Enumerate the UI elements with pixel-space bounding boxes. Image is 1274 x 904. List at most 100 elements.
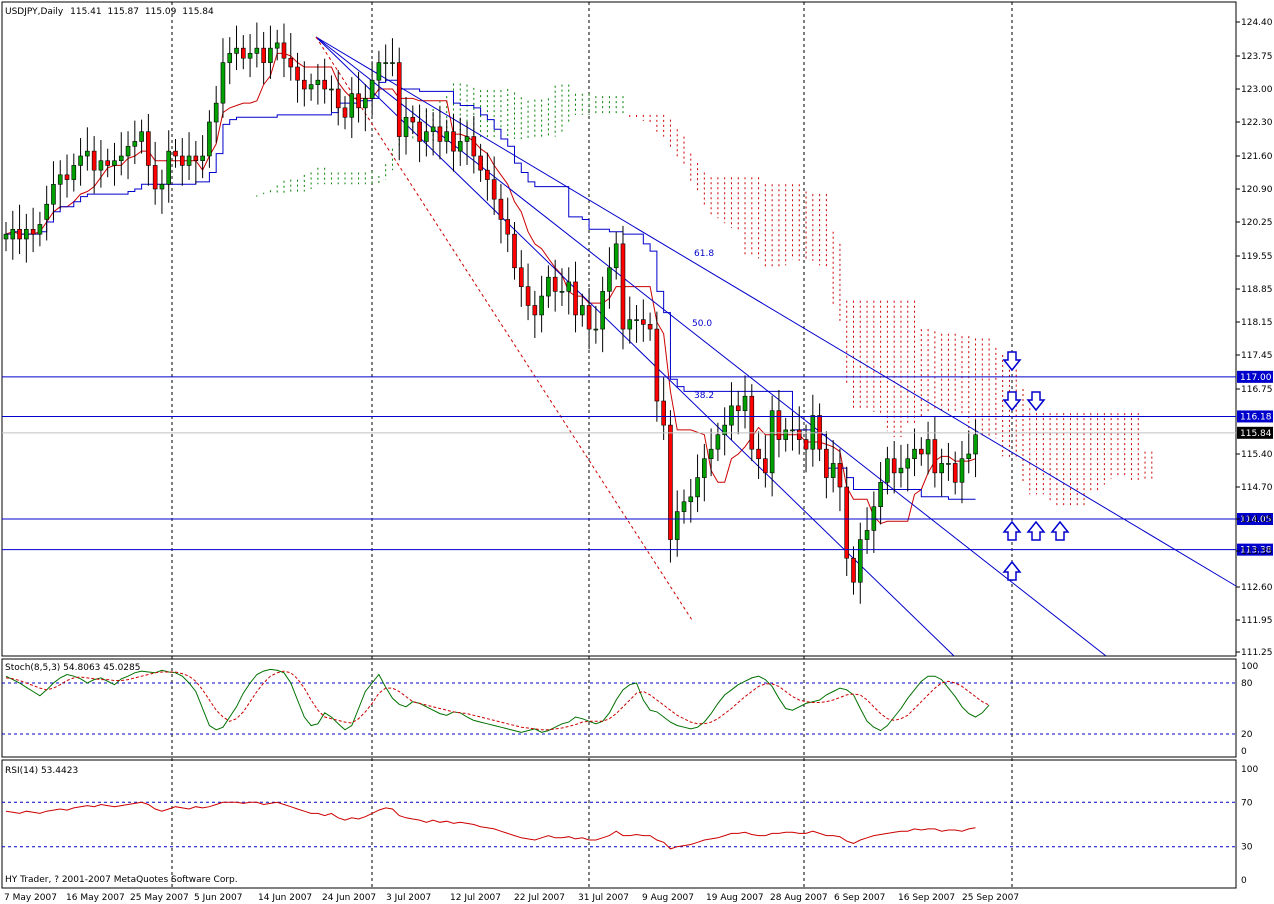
- candle-body: [471, 136, 477, 157]
- up-arrow-icon: [1002, 560, 1022, 581]
- date-tick-label: 5 Jun 2007: [194, 893, 242, 903]
- low-value: 115.09: [145, 7, 177, 17]
- date-tick-label: 22 Jul 2007: [514, 893, 565, 903]
- down-arrow-icon: [1002, 351, 1022, 372]
- candle-body: [241, 47, 246, 59]
- price-tick-label: 116.75: [1241, 385, 1273, 395]
- candle-body: [186, 155, 192, 166]
- candle-body: [369, 79, 375, 99]
- candle-body: [946, 463, 951, 465]
- stoch-panel-border: [1, 658, 1237, 758]
- date-tick-label: 19 Aug 2007: [706, 893, 764, 903]
- candle-body: [274, 42, 280, 49]
- down-arrow-icon: [1026, 391, 1046, 412]
- candle-body: [674, 511, 680, 540]
- oscillator-tick-label: 100: [1241, 662, 1258, 672]
- candle-body: [30, 228, 36, 235]
- price-tick-label: 113.35: [1241, 547, 1273, 557]
- oscillator-tick-label: 70: [1241, 798, 1253, 808]
- candle-body: [200, 155, 205, 162]
- chart-header: USDJPY,Daily 115.41 115.87 115.09 115.84: [5, 7, 214, 17]
- candle-body: [654, 328, 660, 402]
- date-tick-label: 16 May 2007: [66, 893, 125, 903]
- candle-body: [518, 267, 524, 287]
- price-tick-label: 123.00: [1241, 85, 1273, 95]
- candle-body: [403, 116, 409, 137]
- candle-body: [790, 429, 795, 432]
- price-tick-label: 118.85: [1241, 285, 1273, 295]
- fibo-label: 61.8: [694, 249, 714, 259]
- indicator-lines: 61.8 50.0 38.2: [5, 36, 1237, 657]
- candle-body: [159, 183, 165, 190]
- date-tick-label: 7 May 2007: [4, 893, 57, 903]
- date-tick-label: 6 Sep 2007: [834, 893, 885, 903]
- candle-body: [505, 219, 511, 235]
- candle-body: [695, 477, 700, 498]
- candle-body: [112, 160, 117, 166]
- candle-body: [966, 453, 972, 460]
- candle-body: [152, 165, 158, 190]
- candle-body: [71, 165, 77, 180]
- candle-body: [146, 131, 151, 166]
- chart-svg: 61.850.038.2 117.00116.18114.05113.38115…: [1, 1, 1273, 903]
- candle-body: [390, 62, 395, 64]
- rsi-panel-border: [1, 759, 1237, 889]
- candle-body: [91, 150, 97, 171]
- candle-body: [363, 98, 368, 109]
- candle-body: [776, 410, 782, 440]
- candle-body: [844, 486, 850, 559]
- candle-body: [830, 463, 836, 478]
- candle-body: [688, 496, 694, 503]
- oscillator-main-line: [5, 668, 990, 733]
- date-tick-label: 9 Aug 2007: [642, 893, 694, 903]
- candle-body: [335, 88, 341, 109]
- date-tick-label: 12 Jul 2007: [450, 893, 501, 903]
- candle-body: [78, 155, 83, 166]
- signal-arrows: [1002, 351, 1070, 581]
- copyright-text: HY Trader, ? 2001-2007 MetaQuotes Softwa…: [5, 875, 238, 885]
- candle-body: [444, 131, 450, 142]
- candle-body: [749, 395, 755, 450]
- candle-body: [396, 62, 402, 137]
- candle-body: [620, 243, 626, 330]
- candle-body: [139, 131, 144, 142]
- candle-body: [410, 116, 416, 123]
- trendline-upper: [315, 36, 1237, 587]
- level-price-label: 117.00: [1240, 373, 1272, 383]
- candle-body: [464, 136, 470, 142]
- stoch-title: Stoch(8,5,3) 54.8063 45.0285: [5, 663, 140, 673]
- candle-body: [322, 79, 327, 90]
- candle-body: [85, 150, 90, 157]
- time-axis: 7 May 2007 16 May 2007 25 May 2007 5 Jun 20…: [4, 893, 1019, 903]
- candle-body: [898, 467, 904, 474]
- price-tick-label: 118.15: [1241, 318, 1273, 328]
- candle-body: [24, 228, 29, 240]
- date-tick-label: 31 Jul 2007: [578, 893, 629, 903]
- candle-body: [302, 79, 307, 90]
- candle-body: [607, 267, 612, 292]
- candle-body: [247, 53, 253, 59]
- candle-body: [702, 458, 707, 478]
- date-tick-label: 16 Sep 2007: [898, 893, 955, 903]
- current-price-label: 115.84: [1240, 429, 1272, 439]
- up-arrow-icon: [1002, 520, 1022, 541]
- candle-body: [546, 276, 551, 297]
- level-price-label: 116.18: [1240, 412, 1272, 422]
- candle-body: [329, 88, 334, 91]
- candle-body: [891, 458, 897, 474]
- candle-body: [234, 47, 239, 54]
- open-value: 115.41: [70, 7, 102, 17]
- oscillator-tick-label: 80: [1241, 679, 1253, 689]
- candle-body: [756, 448, 761, 460]
- candle-body: [44, 203, 49, 220]
- candle-body: [600, 291, 605, 330]
- candle-body: [769, 410, 775, 474]
- candle-body: [213, 102, 219, 123]
- candle-body: [532, 305, 538, 316]
- price-tick-label: 111.25: [1241, 648, 1273, 658]
- fibo-label: 50.0: [692, 319, 712, 329]
- candle-body: [878, 481, 883, 507]
- candle-body: [281, 42, 287, 59]
- candle-body: [227, 53, 233, 63]
- candle-body: [912, 448, 917, 460]
